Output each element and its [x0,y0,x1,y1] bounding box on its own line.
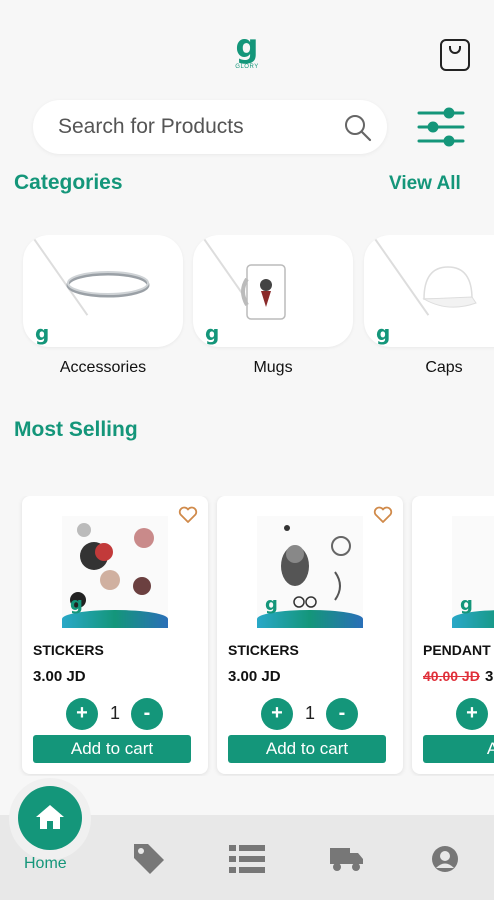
product-name: PENDANT [423,642,491,658]
product-name: STICKERS [33,642,104,658]
product-price: 3.00 JD [228,668,281,685]
home-tab[interactable] [18,786,82,850]
search-bar[interactable] [33,100,387,154]
brand-g-icon: g [35,321,50,345]
product-card[interactable]: g PENDANT 40.00 JD 3 + Add [412,496,494,774]
category-card[interactable]: g [193,235,353,347]
app-header: g GLORY [0,0,494,95]
product-image: g [257,516,363,628]
list-icon[interactable] [229,843,265,875]
product-card[interactable]: g STICKERS 3.00 JD + 1 - Add to cart [22,496,208,774]
plus-button[interactable]: + [261,698,293,730]
bag-handle [449,46,461,54]
add-to-cart-button[interactable]: Add to cart [228,735,386,763]
categories-list: g Accessories g Mugs g Caps [0,235,494,385]
heart-icon[interactable] [373,506,393,524]
products-list: g STICKERS 3.00 JD + 1 - Add to cart g S… [0,496,494,776]
category-card[interactable]: g [364,235,494,347]
category-label: Mugs [253,359,293,376]
logo-text: GLORY [235,64,259,70]
filter-sliders-icon[interactable] [416,107,466,147]
product-price: 3.00 JD [33,668,86,685]
product-old-price: 40.00 JD [423,668,480,684]
bracelet-image [66,271,150,298]
view-all-link[interactable]: View All [389,173,461,195]
categories-title: Categories [14,171,123,194]
quantity-value: 1 [304,703,315,723]
minus-button[interactable]: - [131,698,163,730]
category-mugs[interactable]: g Mugs [193,235,353,377]
category-label: Accessories [59,359,147,376]
tag-icon[interactable] [130,840,168,878]
mug-image [241,264,286,320]
product-price: 3 [485,668,494,685]
quantity-value: 1 [109,703,120,723]
search-icon[interactable] [343,113,373,143]
shopping-bag-icon[interactable] [440,39,470,71]
logo-letter: g [235,27,259,65]
brand-g-icon: g [265,594,278,615]
most-selling-title: Most Selling [14,418,138,441]
brand-g-icon: g [376,321,391,345]
product-name: STICKERS [228,642,299,658]
category-accessories[interactable]: g Accessories [23,235,183,377]
product-image: g [62,516,168,628]
category-label: Caps [425,359,463,376]
brand-g-icon: g [205,321,220,345]
category-caps[interactable]: g Caps [364,235,494,377]
product-image: g [452,516,494,628]
category-card[interactable]: g [23,235,183,347]
delivery-truck-icon[interactable] [330,846,364,872]
brand-g-icon: g [70,594,83,615]
glory-logo[interactable]: g GLORY [231,30,263,80]
plus-button[interactable]: + [456,698,488,730]
plus-button[interactable]: + [66,698,98,730]
add-to-cart-button[interactable]: Add [423,735,494,763]
profile-icon[interactable] [431,845,459,873]
product-card[interactable]: g STICKERS 3.00 JD + 1 - Add to cart [217,496,403,774]
cap-image [422,266,477,308]
search-input[interactable] [58,113,338,141]
brand-wave [452,610,494,628]
home-icon [36,805,64,829]
heart-icon[interactable] [178,506,198,524]
home-tab-label: Home [24,855,67,872]
brand-g-icon: g [460,594,473,615]
minus-button[interactable]: - [326,698,358,730]
add-to-cart-button[interactable]: Add to cart [33,735,191,763]
